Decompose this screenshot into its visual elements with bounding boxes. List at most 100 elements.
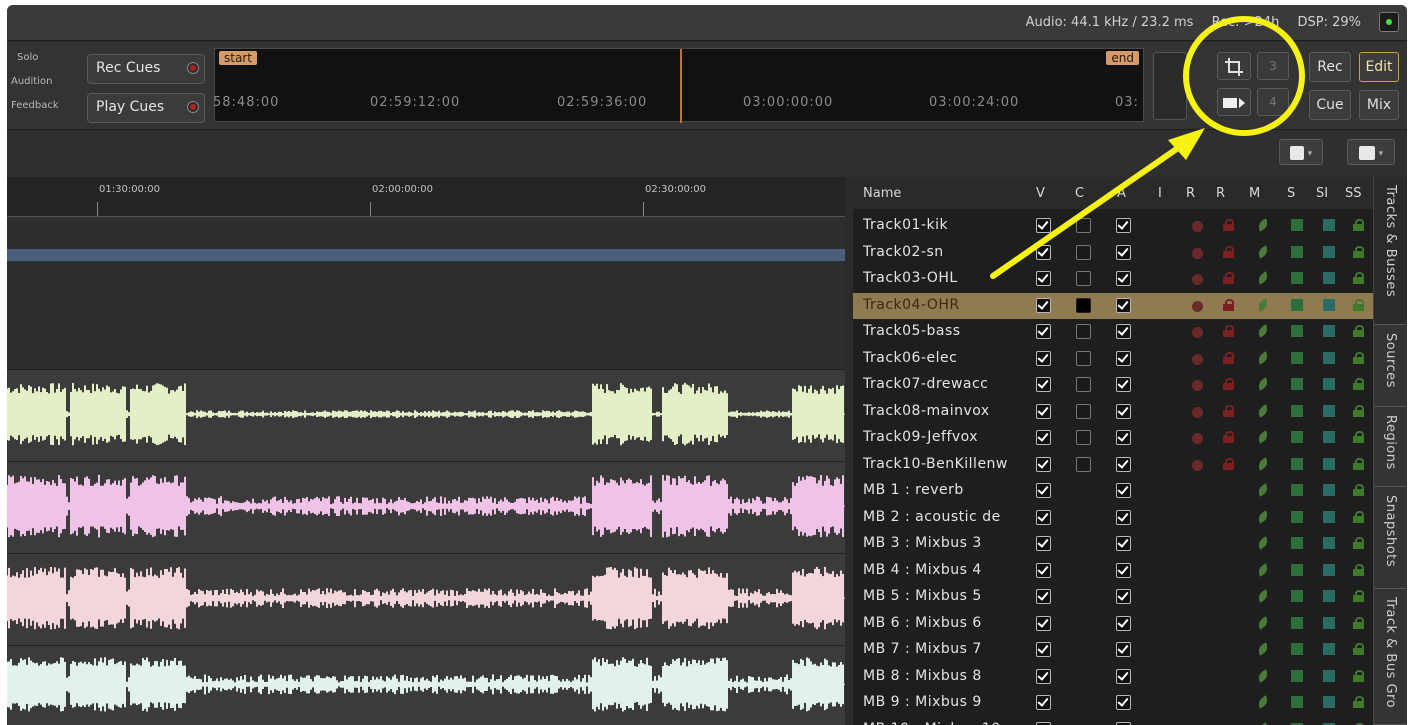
shrink-tracks-dropdown[interactable]: ▾ [1347,139,1395,165]
column-input[interactable]: I [1158,186,1162,201]
mute-icon[interactable] [1255,509,1271,524]
rec-safe-lock-icon[interactable] [1223,272,1234,284]
solo-isolate-icon[interactable] [1323,298,1335,311]
mini-timeline[interactable]: start end 58:48:00 02:59:12:00 02:59:36:… [213,48,1144,123]
rec-window-button[interactable]: Rec [1309,52,1351,82]
solo-label[interactable]: Solo [17,52,38,63]
track-row[interactable]: Track09-Jeffvox [853,425,1373,451]
track-row[interactable]: MB 10 : Mixbus 10 [853,717,1373,725]
active-checkbox[interactable] [1116,271,1131,286]
visible-checkbox[interactable] [1036,615,1051,631]
visible-checkbox[interactable] [1036,218,1051,233]
mute-icon[interactable] [1255,297,1271,312]
solo-safe-lock-icon[interactable] [1353,484,1364,496]
rec-safe-lock-icon[interactable] [1223,431,1234,443]
mute-icon[interactable] [1255,589,1271,603]
mute-icon[interactable] [1255,271,1271,285]
track-name[interactable]: MB 9 : Mixbus 9 [863,694,1015,710]
column-solo-safe[interactable]: SS [1345,186,1362,201]
tab-regions[interactable]: Regions [1374,407,1407,487]
active-checkbox[interactable] [1116,483,1131,498]
track-name[interactable]: MB 6 : Mixbus 6 [863,615,1015,631]
solo-isolate-icon[interactable] [1323,378,1335,390]
solo-safe-lock-icon[interactable] [1353,245,1364,258]
record-arm-icon[interactable] [1192,433,1203,444]
mute-icon[interactable] [1255,536,1271,550]
solo-isolate-icon[interactable] [1323,325,1335,337]
solo-isolate-icon[interactable] [1323,272,1335,284]
track-name[interactable]: Track09-Jeffvox [863,429,1015,445]
zoom-to-session-button[interactable] [1217,88,1251,116]
c-checkbox[interactable] [1076,271,1091,286]
track-row[interactable]: MB 4 : Mixbus 4 [853,558,1373,584]
solo-icon[interactable] [1291,219,1303,231]
cue-window-button[interactable]: Cue [1309,90,1351,120]
visible-checkbox[interactable] [1036,244,1051,260]
tab-sources[interactable]: Sources [1374,325,1407,407]
timeline-ruler[interactable]: 01:30:00:00 02:00:00:00 02:30:00:00 [7,177,845,217]
mute-icon[interactable] [1255,377,1271,391]
solo-safe-lock-icon[interactable] [1353,510,1364,523]
rec-safe-lock-icon[interactable] [1223,404,1234,417]
c-checkbox[interactable] [1076,297,1091,313]
track-row[interactable]: Track10-BenKillenw [853,452,1373,478]
record-arm-icon[interactable] [1192,353,1203,365]
mute-icon[interactable] [1255,668,1271,683]
active-checkbox[interactable] [1116,244,1131,260]
crop-button[interactable] [1217,52,1251,80]
solo-icon[interactable] [1291,404,1303,417]
track-row[interactable]: MB 7 : Mixbus 7 [853,637,1373,663]
mute-icon[interactable] [1255,430,1271,444]
record-arm-icon[interactable] [1192,380,1203,391]
active-checkbox[interactable] [1116,615,1131,631]
visible-checkbox[interactable] [1036,377,1051,392]
column-rec[interactable]: R [1186,186,1195,201]
rec-safe-lock-icon[interactable] [1223,219,1234,231]
record-arm-icon[interactable] [1192,247,1203,259]
record-arm-icon[interactable] [1192,327,1203,338]
solo-safe-lock-icon[interactable] [1353,563,1364,576]
solo-isolate-icon[interactable] [1323,404,1335,417]
c-checkbox[interactable] [1076,244,1091,260]
track-name[interactable]: Track08-mainvox [863,403,1015,419]
active-checkbox[interactable] [1116,297,1131,313]
solo-isolate-icon[interactable] [1323,537,1335,549]
track-lane[interactable] [7,369,845,461]
active-checkbox[interactable] [1116,377,1131,392]
solo-isolate-icon[interactable] [1323,484,1335,496]
solo-icon[interactable] [1291,563,1303,576]
column-active[interactable]: A [1117,186,1126,201]
column-solo-isolate[interactable]: SI [1316,186,1328,201]
solo-safe-lock-icon[interactable] [1353,457,1364,470]
track-name[interactable]: Track06-elec [863,350,1015,366]
active-checkbox[interactable] [1116,642,1131,657]
solo-safe-lock-icon[interactable] [1353,219,1364,231]
column-name[interactable]: Name [863,186,901,201]
active-checkbox[interactable] [1116,350,1131,366]
rec-safe-lock-icon[interactable] [1223,378,1234,390]
c-checkbox[interactable] [1076,350,1091,366]
solo-icon[interactable] [1291,431,1303,443]
mute-icon[interactable] [1255,562,1271,577]
solo-icon[interactable] [1291,696,1303,708]
rec-safe-lock-icon[interactable] [1223,245,1234,258]
visible-checkbox[interactable] [1036,642,1051,657]
range-marker-bar[interactable] [7,249,845,261]
end-marker[interactable]: end [1106,51,1139,65]
visible-checkbox[interactable] [1036,509,1051,525]
dsp-led-icon[interactable] [1379,12,1399,32]
active-checkbox[interactable] [1116,721,1131,725]
editor-canvas[interactable]: 01:30:00:00 02:00:00:00 02:30:00:00 [7,177,845,725]
track-name[interactable]: Track01-kik [863,217,1015,233]
track-name[interactable]: MB 5 : Mixbus 5 [863,588,1015,604]
solo-isolate-icon[interactable] [1323,457,1335,470]
solo-isolate-icon[interactable] [1323,669,1335,682]
solo-icon[interactable] [1291,325,1303,337]
track-row[interactable]: MB 8 : Mixbus 8 [853,664,1373,690]
solo-icon[interactable] [1291,643,1303,655]
solo-safe-lock-icon[interactable] [1353,378,1364,390]
visible-checkbox[interactable] [1036,297,1051,313]
active-checkbox[interactable] [1116,403,1131,419]
track-name[interactable]: MB 7 : Mixbus 7 [863,641,1015,657]
track-name[interactable]: Track10-BenKillenw [863,456,1015,472]
